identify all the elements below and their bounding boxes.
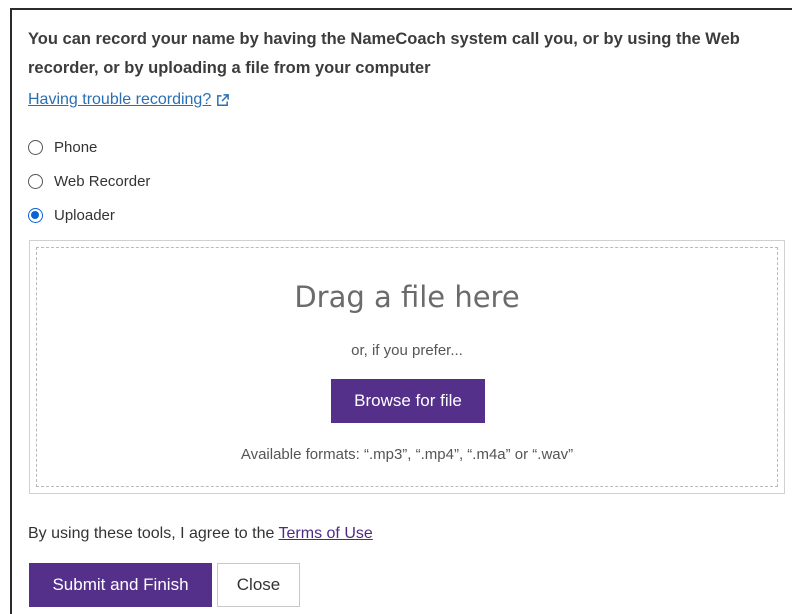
terms-agreement: By using these tools, I agree to the Ter… [28,525,373,543]
web-recorder-label: Web Recorder [54,172,151,190]
instructions-heading: You can record your name by having the N… [28,30,740,77]
option-web-recorder[interactable]: Web Recorder [28,164,150,198]
having-trouble-link[interactable]: Having trouble recording? [28,90,230,110]
file-drop-zone[interactable]: Drag a file here or, if you prefer... Br… [29,240,785,494]
available-formats-text: Available formats: “.mp3”, “.mp4”, “.m4a… [240,446,574,463]
browse-for-file-button[interactable]: Browse for file [331,379,485,423]
option-uploader[interactable]: Uploader [28,198,150,232]
uploader-radio[interactable] [28,207,43,223]
terms-of-use-link[interactable]: Terms of Use [279,525,373,542]
submit-and-finish-button[interactable]: Submit and Finish [29,563,212,607]
terms-prefix: By using these tools, I agree to the [28,525,279,542]
close-button[interactable]: Close [217,563,300,607]
drag-file-title: Drag a file here [294,280,520,314]
drop-zone-dashed-border[interactable]: Drag a file here or, if you prefer... Br… [36,247,778,487]
prefer-text: or, if you prefer... [351,342,463,359]
having-trouble-label: Having trouble recording? [28,91,212,108]
uploader-label: Uploader [54,206,115,224]
option-phone[interactable]: Phone [28,130,150,164]
recording-method-group: Phone Web Recorder Uploader [28,130,150,232]
phone-label: Phone [54,138,98,156]
phone-radio[interactable] [28,139,43,155]
external-link-icon [217,93,230,106]
web-recorder-radio[interactable] [28,173,43,189]
